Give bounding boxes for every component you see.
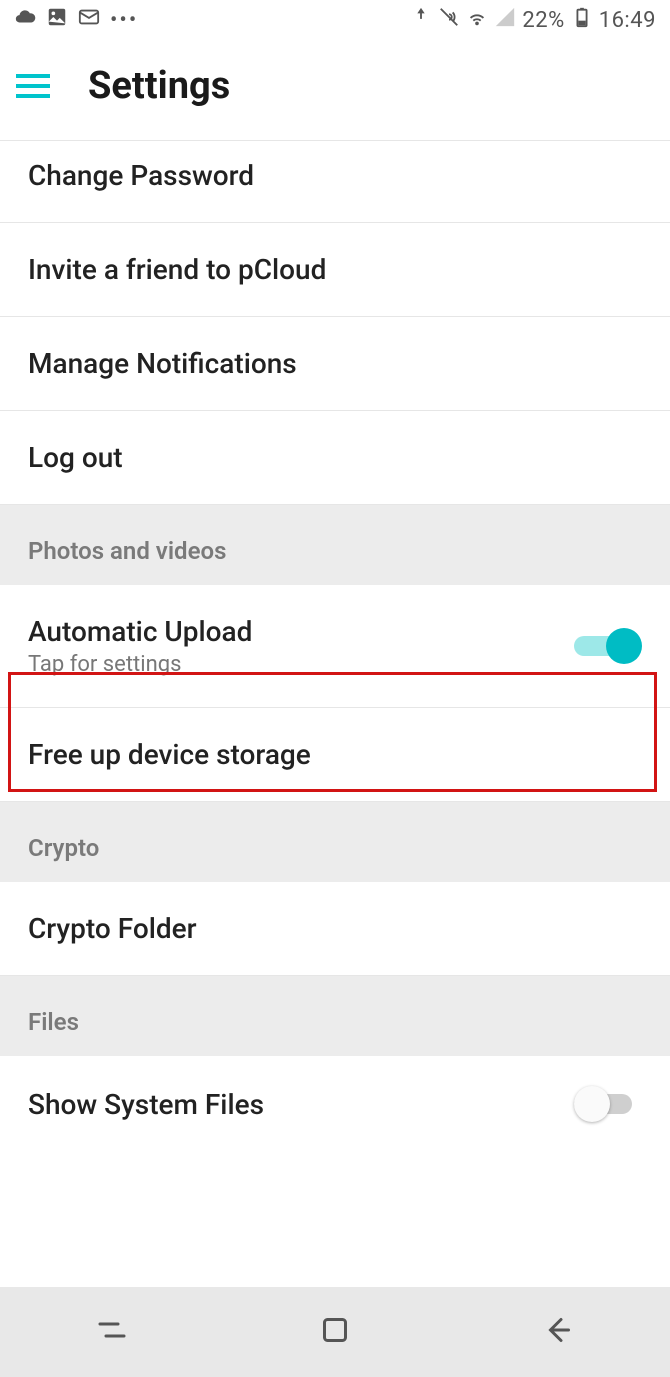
row-automatic-upload[interactable]: Automatic Upload Tap for settings [0, 585, 670, 708]
status-left: ••• [14, 6, 138, 34]
row-crypto-folder[interactable]: Crypto Folder [0, 882, 670, 976]
row-free-up-storage[interactable]: Free up device storage [0, 708, 670, 802]
section-crypto: Crypto [0, 802, 670, 882]
row-show-system-files[interactable]: Show System Files [0, 1056, 670, 1132]
row-label: Show System Files [28, 1088, 264, 1121]
clock: 16:49 [599, 8, 656, 33]
wifi-icon [466, 6, 488, 34]
row-invite-friend[interactable]: Invite a friend to pCloud [0, 223, 670, 317]
row-manage-notifications[interactable]: Manage Notifications [0, 317, 670, 411]
recent-apps-button[interactable] [94, 1312, 130, 1352]
app-header: Settings [0, 40, 670, 141]
page-title: Settings [88, 64, 230, 108]
row-label: Manage Notifications [28, 347, 297, 380]
toggle-show-system-files[interactable] [574, 1086, 642, 1122]
row-label: Crypto Folder [28, 912, 197, 945]
section-files: Files [0, 976, 670, 1056]
row-label: Automatic Upload [28, 615, 252, 648]
battery-saver-icon [410, 6, 432, 34]
status-bar: ••• 22% 16:49 [0, 0, 670, 40]
toggle-automatic-upload[interactable] [574, 628, 642, 664]
row-label: Invite a friend to pCloud [28, 253, 326, 286]
row-change-password[interactable]: Change Password [0, 141, 670, 223]
image-icon [46, 6, 68, 34]
signal-icon [494, 6, 516, 34]
menu-icon[interactable] [16, 74, 50, 98]
vibrate-icon [438, 6, 460, 34]
row-label: Change Password [28, 159, 254, 192]
status-right: 22% 16:49 [410, 6, 656, 34]
more-dots-icon: ••• [110, 8, 138, 33]
row-label: Free up device storage [28, 738, 311, 771]
section-photos-videos: Photos and videos [0, 505, 670, 585]
row-label: Log out [28, 441, 123, 474]
row-log-out[interactable]: Log out [0, 411, 670, 505]
home-button[interactable] [317, 1312, 353, 1352]
cloud-icon [14, 6, 36, 34]
battery-icon [571, 6, 593, 34]
back-button[interactable] [540, 1312, 576, 1352]
mail-icon [78, 6, 100, 34]
battery-percent: 22% [522, 8, 564, 33]
android-nav-bar [0, 1287, 670, 1377]
row-sublabel: Tap for settings [28, 652, 252, 677]
